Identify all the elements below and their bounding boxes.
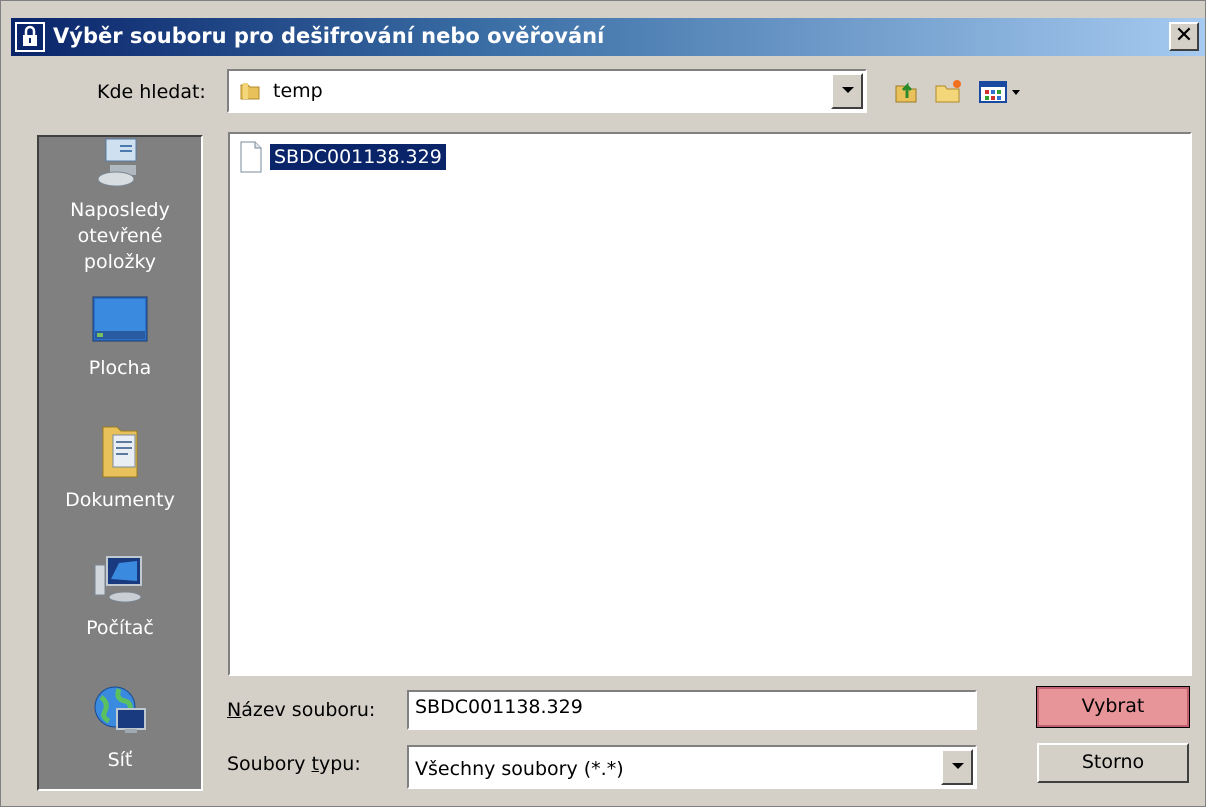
lookin-combo[interactable]: temp (227, 69, 867, 113)
file-icon (240, 141, 262, 173)
filetype-combo[interactable]: Všechny soubory (*.*) (407, 745, 977, 789)
place-desktop-label: Plocha (88, 357, 152, 379)
cancel-button[interactable]: Storno (1037, 743, 1189, 783)
place-documents[interactable]: Dokumenty (39, 421, 201, 513)
recent-items-icon (97, 138, 137, 187)
file-name: SBDC001138.329 (269, 143, 447, 171)
place-network-label: Síť (107, 749, 133, 771)
filename-input[interactable]: SBDC001138.329 (407, 690, 977, 730)
filename-label: Název souboru: (227, 699, 376, 721)
folder-icon (240, 83, 260, 100)
place-documents-label: Dokumenty (65, 489, 175, 511)
filename-value: SBDC001138.329 (415, 696, 583, 718)
view-menu-icon[interactable] (977, 74, 1027, 108)
select-button[interactable]: Vybrat (1036, 686, 1190, 728)
lookin-label: Kde hledat: (97, 81, 206, 103)
place-network[interactable]: Síť (39, 683, 201, 773)
filetype-value: Všechny soubory (*.*) (415, 758, 624, 780)
filetype-label: Soubory typu: (227, 753, 361, 775)
computer-icon (94, 556, 142, 603)
filetype-dropdown-button[interactable] (941, 749, 973, 785)
up-folder-icon[interactable] (889, 74, 923, 108)
place-computer[interactable]: Počítač (39, 551, 201, 641)
place-computer-label: Počítač (86, 617, 154, 639)
file-list[interactable]: SBDC001138.329 (228, 132, 1192, 676)
network-icon (94, 686, 146, 733)
documents-icon (102, 426, 138, 478)
close-button[interactable]: ✕ (1169, 22, 1199, 51)
places-bar: Naposledy otevřené položky Plocha Dokume… (37, 135, 203, 791)
new-folder-icon[interactable] (931, 74, 965, 108)
desktop-icon (92, 296, 148, 342)
lock-icon (15, 22, 45, 52)
lookin-value: temp (273, 80, 323, 102)
lookin-dropdown-button[interactable] (831, 73, 863, 109)
place-recent[interactable]: Naposledy otevřené položky (39, 137, 201, 275)
place-desktop[interactable]: Plocha (39, 293, 201, 381)
close-icon: ✕ (1174, 23, 1194, 48)
window-title: Výběr souboru pro dešifrování nebo ověřo… (53, 24, 605, 48)
file-dialog: Výběr souboru pro dešifrování nebo ověřo… (0, 0, 1206, 807)
title-bar[interactable]: Výběr souboru pro dešifrování nebo ověřo… (11, 18, 1205, 56)
place-recent-label: Naposledy otevřené položky (70, 199, 170, 273)
